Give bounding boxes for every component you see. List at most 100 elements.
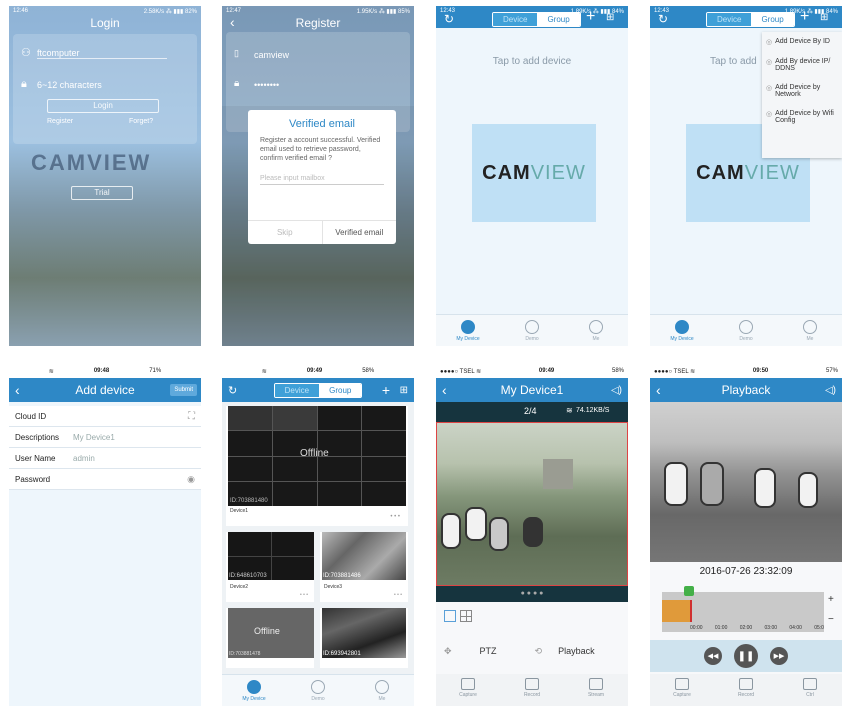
toolbar-label: Capture <box>459 692 477 698</box>
record-button[interactable]: Record <box>714 674 778 706</box>
layers-icon <box>803 678 817 690</box>
playback-button[interactable]: Playback <box>558 646 595 656</box>
menu-add-by-wifi[interactable]: ◎ Add Device by Wifi Config <box>762 104 842 130</box>
camera-icon <box>675 678 689 690</box>
tab-demo[interactable]: Demo <box>286 675 350 706</box>
tab-my-device[interactable]: My Device <box>436 315 500 346</box>
tab-demo[interactable]: Demo <box>500 315 564 346</box>
seg-device[interactable]: Device <box>493 13 538 26</box>
tab-me[interactable]: Me <box>350 675 414 706</box>
field-value[interactable]: admin <box>73 454 195 463</box>
layout-single-button[interactable] <box>444 610 456 622</box>
status-battery: 71% <box>149 368 162 374</box>
more-icon[interactable]: • • • <box>390 514 400 520</box>
back-icon[interactable]: ‹ <box>442 382 447 398</box>
eye-icon[interactable]: ◉ <box>187 474 195 485</box>
skip-button[interactable]: Skip <box>248 221 323 244</box>
back-icon[interactable]: ‹ <box>656 382 661 398</box>
tap-to-add-hint[interactable]: Tap to add device <box>436 56 628 67</box>
page-dots: ● ● ● ● <box>436 586 628 602</box>
seg-group[interactable]: Group <box>751 13 794 26</box>
refresh-icon[interactable]: ↻ <box>228 384 237 397</box>
tab-my-device[interactable]: My Device <box>650 315 714 346</box>
tap-to-add-hint[interactable]: Tap to add <box>710 56 757 67</box>
cloud-id-row[interactable]: Cloud ID ⛶ <box>9 406 201 427</box>
dialog-title: Verified email <box>288 118 356 130</box>
playback-controls: ◀◀ ❚❚ ▶▶ <box>650 640 842 672</box>
verify-email-button[interactable]: Verified email <box>323 221 397 244</box>
refresh-icon[interactable]: ↻ <box>658 12 668 26</box>
back-icon[interactable]: ‹ <box>15 382 20 398</box>
capture-button[interactable]: Capture <box>650 674 714 706</box>
password-input[interactable]: 6~12 characters <box>37 80 167 90</box>
device-card[interactable]: ID:703881486 Device3 • • • <box>320 532 408 602</box>
more-icon[interactable]: • • • <box>300 592 308 598</box>
scan-qr-icon[interactable]: ⛶ <box>188 411 195 422</box>
refresh-icon[interactable]: ↻ <box>444 12 454 26</box>
tab-demo[interactable]: Demo <box>714 315 778 346</box>
car <box>489 517 509 551</box>
device-thumbnail: Offline ID:703881480 <box>228 406 406 506</box>
more-icon[interactable]: • • • <box>394 592 402 598</box>
camview-logo: CAMVIEW <box>472 124 596 222</box>
speaker-icon[interactable]: ◁) <box>825 385 836 396</box>
seg-group[interactable]: Group <box>537 13 580 26</box>
username-row[interactable]: User Name admin <box>9 448 201 469</box>
timeline[interactable]: 00:00 01:00 02:00 03:00 04:00 05:0 <box>662 586 824 632</box>
menu-add-by-ip[interactable]: ◎ Add By device IP/ DDNS <box>762 52 842 78</box>
speaker-icon[interactable]: ◁) <box>611 385 622 396</box>
channel <box>362 481 406 506</box>
seg-device[interactable]: Device <box>707 13 752 26</box>
trial-button[interactable]: Trial <box>71 186 133 200</box>
video-icon <box>525 678 539 690</box>
password-row[interactable]: Password ◉ <box>9 469 201 490</box>
add-icon[interactable]: + <box>382 382 390 398</box>
menu-add-by-network[interactable]: ◎ Add Device by Network <box>762 78 842 104</box>
layout-quad-button[interactable] <box>460 610 472 622</box>
forgot-link[interactable]: Forget? <box>129 118 153 125</box>
zoom-in-button[interactable]: + <box>828 594 834 605</box>
tab-bar: My Device Demo Me <box>436 314 628 346</box>
ptz-button[interactable]: PTZ <box>480 646 497 656</box>
pause-icon[interactable]: ❚❚ <box>734 644 758 668</box>
password-input[interactable]: •••••••• <box>254 80 384 90</box>
screen-add-menu: 12:43 1.89K/s ⁂ ▮▮▮ 84% ↻ Device Group +… <box>650 6 842 346</box>
device-card[interactable]: Offline ID:703881478 <box>226 608 314 668</box>
record-button[interactable]: Record <box>500 674 564 706</box>
device-card[interactable]: ID:648610703 Device2 • • • <box>226 532 314 602</box>
device-card[interactable]: Offline ID:703881480 Device1 • • • <box>226 406 408 526</box>
fast-forward-icon[interactable]: ▶▶ <box>770 647 788 665</box>
grid-icon[interactable]: ⊞ <box>606 12 614 23</box>
my-device-icon <box>675 319 689 334</box>
seg-group[interactable]: Group <box>319 383 362 397</box>
menu-add-by-id[interactable]: ◎ Add Device By ID <box>762 32 842 52</box>
tab-my-device[interactable]: My Device <box>222 675 286 706</box>
descriptions-row[interactable]: Descriptions My Device1 <box>9 427 201 448</box>
add-icon[interactable]: + <box>586 8 595 26</box>
add-icon[interactable]: + <box>800 8 809 26</box>
register-link[interactable]: Register <box>47 118 73 125</box>
channel <box>362 456 406 481</box>
login-button[interactable]: Login <box>47 99 159 113</box>
seg-device[interactable]: Device <box>274 383 320 397</box>
email-input[interactable]: Please input mailbox <box>260 175 384 185</box>
nav-bar: ‹ Playback ◁) <box>650 378 842 402</box>
stream-button[interactable]: Stream <box>564 674 628 706</box>
tab-me[interactable]: Me <box>778 315 842 346</box>
username-input[interactable]: camview <box>254 50 384 60</box>
camera-feed[interactable] <box>436 422 628 586</box>
submit-button[interactable]: Submit <box>170 384 197 396</box>
tab-me[interactable]: Me <box>564 315 628 346</box>
device-card[interactable]: ID:693942801 <box>320 608 408 668</box>
rewind-icon[interactable]: ◀◀ <box>704 647 722 665</box>
capture-button[interactable]: Capture <box>436 674 500 706</box>
grid-icon[interactable]: ⊞ <box>400 385 408 396</box>
field-value[interactable]: My Device1 <box>73 433 195 442</box>
zoom-out-button[interactable]: − <box>828 614 834 625</box>
playback-feed[interactable] <box>650 402 842 562</box>
username-input[interactable]: ftcomputer <box>37 48 167 59</box>
device-name: Device2 <box>230 584 249 590</box>
playhead-marker[interactable] <box>684 586 694 596</box>
grid-icon[interactable]: ⊞ <box>820 12 828 23</box>
ctrl-button[interactable]: Ctrl <box>778 674 842 706</box>
